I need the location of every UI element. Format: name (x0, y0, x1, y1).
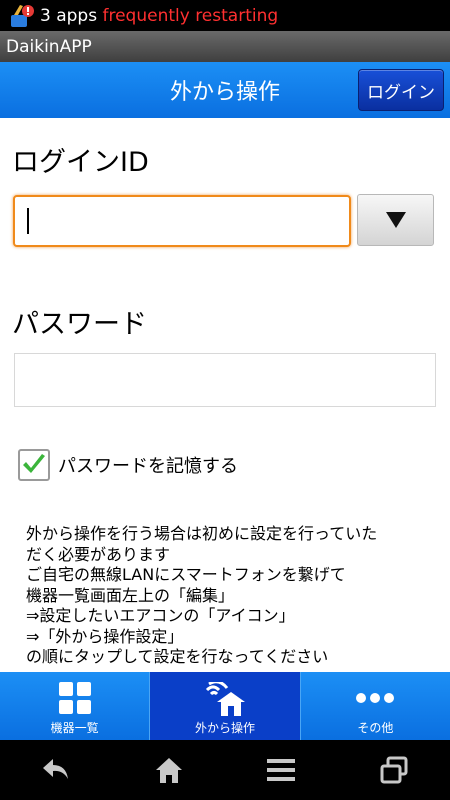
instruction-line: 外から操作を行う場合は初めに設定を行っていた (26, 524, 378, 543)
system-navigation-bar (0, 740, 450, 800)
nav-device-list[interactable]: 機器一覧 (0, 672, 151, 740)
status-bar: 3 apps frequently restarting (0, 0, 450, 31)
more-dots-icon (355, 692, 395, 707)
nav-label: 外から操作 (194, 721, 255, 735)
cleaner-app-icon (8, 3, 34, 29)
grid-icon (58, 682, 91, 717)
page-header: 外から操作 ログイン (0, 62, 450, 118)
remember-password-checkbox[interactable] (18, 449, 50, 481)
remember-password-row[interactable]: パスワードを記憶する (18, 449, 238, 481)
menu-icon[interactable] (257, 750, 305, 790)
password-label: パスワード (12, 309, 147, 340)
home-icon[interactable] (145, 750, 193, 790)
nav-label: 機器一覧 (50, 721, 99, 735)
login-button[interactable]: ログイン (358, 69, 444, 111)
remote-house-icon (205, 680, 245, 721)
password-input[interactable] (14, 353, 436, 407)
instruction-line: ⇒「外から操作設定」 (26, 626, 184, 646)
text-caret (27, 208, 29, 234)
nav-other[interactable]: その他 (301, 672, 450, 740)
page-title: 外から操作 (169, 80, 280, 105)
login-id-input[interactable] (13, 195, 351, 247)
instruction-line: だく必要があります (26, 544, 171, 564)
notification-text: 3 apps frequently restarting (40, 6, 278, 26)
remember-password-label: パスワードを記憶する (58, 456, 238, 477)
login-id-dropdown-button[interactable] (357, 194, 434, 246)
notification-message: frequently restarting (97, 5, 279, 26)
login-id-label: ログインID (12, 147, 149, 178)
notification-count: 3 apps (40, 5, 98, 26)
app-title: DaikinAPP (6, 36, 92, 57)
instruction-line: ご自宅の無線LANにスマートフォンを繋げて (26, 565, 346, 584)
nav-remote-control[interactable]: 外から操作 (150, 672, 301, 740)
checkmark-icon (23, 454, 45, 473)
nav-label: その他 (357, 721, 394, 735)
back-icon[interactable] (32, 750, 80, 790)
app-title-bar: DaikinAPP (0, 31, 450, 62)
instruction-line: ⇒設定したいエアコンの「アイコン」 (26, 606, 295, 625)
setup-instructions: 外から操作を行う場合は初めに設定を行っていた だく必要があります ご自宅の無線L… (26, 524, 436, 668)
instruction-line: 機器一覧画面左上の「編集」 (26, 585, 235, 605)
instruction-line: の順にタップして設定を行なってください (26, 647, 329, 666)
dropdown-triangle-icon (385, 212, 406, 228)
recent-apps-icon[interactable] (370, 750, 418, 790)
bottom-navigation: 機器一覧 外から操作 その他 (0, 672, 450, 740)
